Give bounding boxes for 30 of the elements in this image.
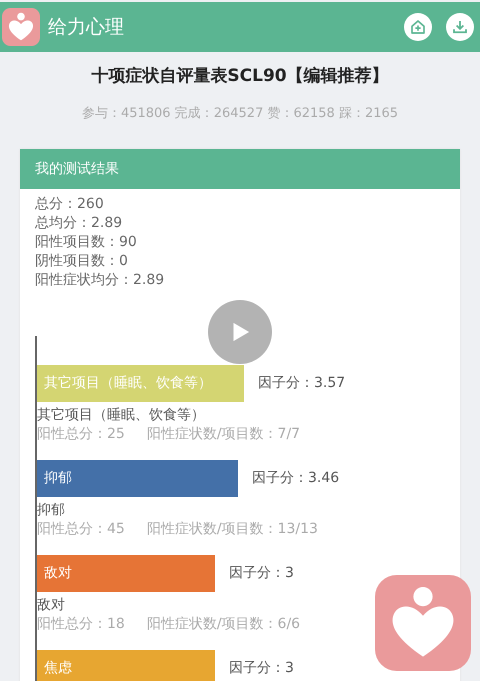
heart-logo-icon (2, 8, 40, 46)
card-header: 我的测试结果 (20, 149, 460, 189)
factor-score: 因子分：3 (229, 659, 294, 678)
positive-total: 阳性总分：45 (37, 520, 125, 539)
page-title: 十项症状自评量表SCL90【编辑推荐】 (90, 65, 390, 87)
factor-score: 因子分：3.57 (258, 374, 346, 393)
positive-total: 阳性总分：25 (37, 425, 125, 444)
home-icon[interactable] (404, 13, 432, 41)
factor-bar: 敌对 (37, 555, 215, 592)
summary-text: 总分：260 (35, 195, 105, 214)
factor-name: 其它项目（睡眠、饮食等） (37, 406, 206, 425)
summary-text: 阴性项目数：0 (35, 252, 129, 271)
heart-logo-icon[interactable] (375, 575, 471, 671)
factor-name: 抑郁 (37, 501, 66, 520)
symptom-ratio: 阳性症状数/项目数：7/7 (146, 425, 300, 444)
factor-bar: 其它项目（睡眠、饮食等） (37, 365, 244, 402)
factor-score: 因子分：3.46 (252, 469, 340, 488)
app-title: 给力心理 (48, 15, 124, 40)
factor-score: 因子分：3 (229, 564, 294, 583)
symptom-ratio: 阳性症状数/项目数：6/6 (146, 615, 300, 634)
factor-bar: 焦虑 (37, 650, 215, 681)
factor-name: 敌对 (37, 596, 66, 615)
summary-text: 阳性项目数：90 (35, 233, 138, 252)
positive-total: 阳性总分：18 (37, 615, 125, 634)
summary-text: 总均分：2.89 (35, 214, 124, 233)
factor-bar: 抑郁 (37, 460, 238, 497)
stats-text: 参与：451806 完成：264527 赞：62158 踩：2165 (80, 105, 400, 122)
download-icon[interactable] (446, 13, 474, 41)
summary-text: 阳性症状均分：2.89 (35, 271, 166, 290)
symptom-ratio: 阳性症状数/项目数：13/13 (146, 520, 318, 539)
